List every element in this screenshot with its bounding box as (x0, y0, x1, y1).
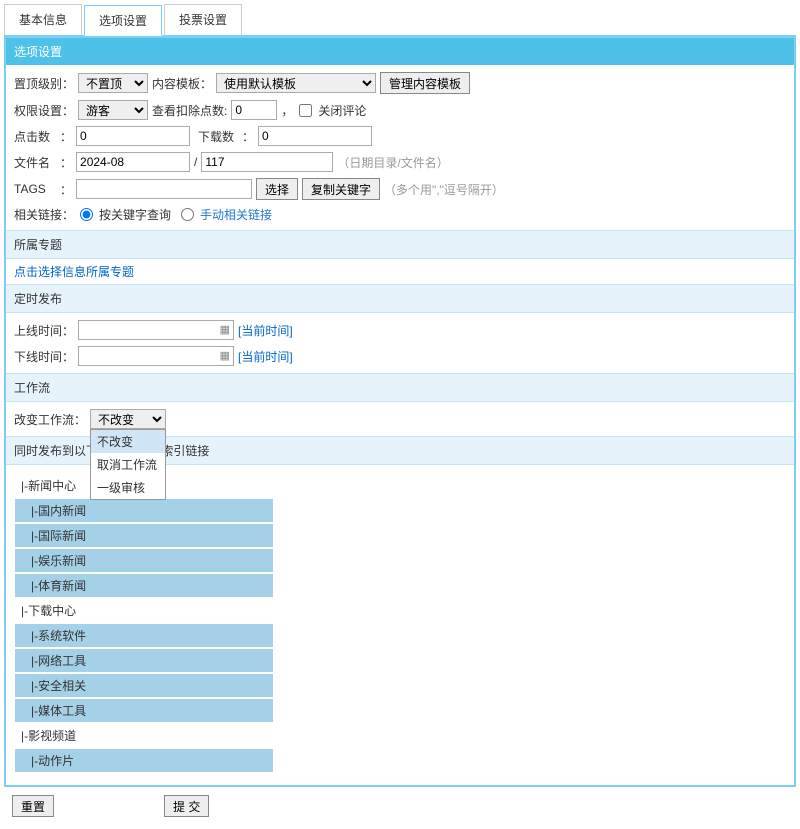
content-tpl-label: 内容模板： (152, 75, 212, 92)
related-manual-radio[interactable] (181, 208, 194, 221)
submit-button[interactable]: 提 交 (164, 795, 209, 817)
workflow-option[interactable]: 一级审核 (91, 476, 165, 499)
tab-basic[interactable]: 基本信息 (4, 4, 82, 35)
clicks-label: 点击数 (14, 128, 56, 145)
manage-tpl-button[interactable]: 管理内容模板 (380, 72, 470, 94)
top-level-select[interactable]: 不置顶 (78, 73, 148, 93)
tab-options[interactable]: 选项设置 (84, 5, 162, 36)
related-keyword-radio[interactable] (80, 208, 93, 221)
tree-child-item[interactable]: |-系统软件 (14, 623, 274, 648)
sep: ： (60, 154, 72, 171)
tags-input[interactable] (76, 179, 252, 199)
online-now-link[interactable]: [当前时间] (238, 322, 293, 339)
tree-parent-item[interactable]: |-下载中心 (14, 598, 274, 623)
main-panel: 选项设置 置顶级别： 不置顶 内容模板： 使用默认模板 管理内容模板 权限设置：… (4, 36, 796, 787)
schedule-header: 定时发布 (6, 284, 794, 313)
related-manual-label[interactable]: 手动相关链接 (200, 206, 272, 223)
close-comment-label: 关闭评论 (318, 102, 366, 119)
tree-parent-item[interactable]: |-影视频道 (14, 723, 274, 748)
topic-select-link[interactable]: 点击选择信息所属专题 (14, 265, 134, 279)
tree-child-item[interactable]: |-网络工具 (14, 648, 274, 673)
tree-child-item[interactable]: |-媒体工具 (14, 698, 274, 723)
filename-label: 文件名 (14, 154, 56, 171)
reset-button[interactable]: 重置 (12, 795, 54, 817)
deduct-input[interactable] (231, 100, 277, 120)
tags-label: TAGS (14, 182, 56, 196)
deduct-label: 查看扣除点数: (152, 102, 227, 119)
offline-label: 下线时间： (14, 348, 74, 365)
calendar-icon[interactable]: ▦ (220, 349, 230, 362)
sep: ： (60, 128, 72, 145)
close-comment-checkbox[interactable] (299, 104, 312, 117)
filename-hint: （日期目录/文件名） (337, 154, 448, 171)
filename-file-input[interactable] (201, 152, 333, 172)
tree-child-item[interactable]: |-国际新闻 (14, 523, 274, 548)
workflow-header: 工作流 (6, 373, 794, 402)
related-label: 相关链接： (14, 206, 74, 223)
tags-copy-button[interactable]: 复制关键字 (302, 178, 380, 200)
calendar-icon[interactable]: ▦ (220, 323, 230, 336)
workflow-select[interactable]: 不改变 (90, 409, 166, 429)
workflow-dropdown: 不改变取消工作流一级审核 (90, 429, 166, 500)
filename-dir-input[interactable] (76, 152, 190, 172)
tab-vote[interactable]: 投票设置 (164, 4, 242, 35)
offline-now-link[interactable]: [当前时间] (238, 348, 293, 365)
perm-select[interactable]: 游客 (78, 100, 148, 120)
workflow-label: 改变工作流： (14, 411, 86, 428)
workflow-option[interactable]: 取消工作流 (91, 453, 165, 476)
offline-time-input[interactable] (78, 346, 234, 366)
tabs: 基本信息 选项设置 投票设置 (4, 4, 796, 36)
top-level-label: 置顶级别： (14, 75, 74, 92)
downloads-label: 下载数 (198, 128, 238, 145)
tree-child-item[interactable]: |-国内新闻 (14, 498, 274, 523)
tree-child-item[interactable]: |-娱乐新闻 (14, 548, 274, 573)
slash: / (194, 155, 197, 169)
sep: ： (242, 128, 254, 145)
related-keyword-label: 按关键字查询 (99, 206, 171, 223)
downloads-input[interactable] (258, 126, 372, 146)
panel-title: 选项设置 (6, 38, 794, 65)
clicks-input[interactable] (76, 126, 190, 146)
sep: ： (60, 181, 72, 198)
topic-header: 所属专题 (6, 230, 794, 259)
tree-child-item[interactable]: |-动作片 (14, 748, 274, 773)
publish-tree: |-新闻中心|-国内新闻|-国际新闻|-娱乐新闻|-体育新闻|-下载中心|-系统… (14, 473, 274, 773)
online-time-input[interactable] (78, 320, 234, 340)
tags-select-button[interactable]: 选择 (256, 178, 298, 200)
workflow-option[interactable]: 不改变 (91, 430, 165, 453)
online-label: 上线时间： (14, 322, 74, 339)
perm-label: 权限设置： (14, 102, 74, 119)
tree-child-item[interactable]: |-安全相关 (14, 673, 274, 698)
tree-child-item[interactable]: |-体育新闻 (14, 573, 274, 598)
tags-hint: （多个用","逗号隔开） (384, 181, 504, 198)
content-tpl-select[interactable]: 使用默认模板 (216, 73, 376, 93)
sep: ， (281, 102, 293, 119)
